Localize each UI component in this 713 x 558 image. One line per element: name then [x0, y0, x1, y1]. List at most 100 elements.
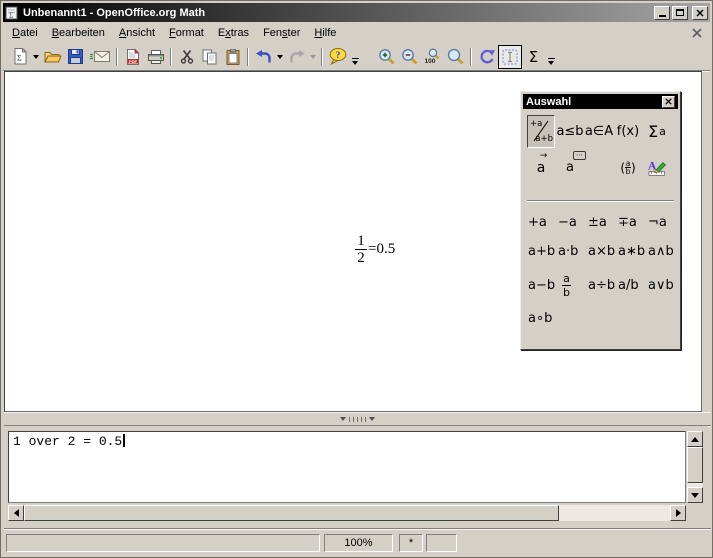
splitter-handle-icon — [340, 417, 375, 422]
category-attributes[interactable]: a → — [527, 151, 555, 184]
zoom-in-button[interactable] — [375, 45, 398, 69]
formula-cursor-icon — [502, 49, 518, 65]
toolbar-separator — [321, 48, 323, 66]
undo-dropdown[interactable] — [275, 45, 285, 69]
sigma-icon: Σ — [529, 48, 538, 66]
menu-item-bearbeiten[interactable]: Bearbeiten — [45, 24, 112, 42]
category-operators[interactable]: Σ a — [643, 115, 671, 148]
symbol-button[interactable]: a∨b — [648, 278, 678, 293]
symbol-button[interactable]: −a — [558, 215, 588, 230]
selection-panel-titlebar[interactable]: Auswahl — [523, 94, 678, 109]
save-button[interactable] — [64, 45, 87, 69]
app-icon: Σ — [5, 6, 19, 20]
toolbar: Σ — [3, 43, 710, 71]
symbols-catalog-button[interactable]: Σ — [522, 45, 545, 69]
fraction: 1 2 — [355, 234, 367, 265]
redo-button[interactable] — [285, 45, 308, 69]
new-document-button[interactable]: Σ — [8, 45, 31, 69]
category-buttons: +a a+b a≤b a∈A f(x) Σ a a → a — [527, 115, 680, 187]
close-button[interactable] — [692, 6, 708, 20]
undo-button[interactable] — [252, 45, 275, 69]
toolbar-options-button[interactable] — [349, 45, 361, 69]
zoom-100-button[interactable]: 100 — [421, 45, 444, 69]
help-button[interactable]: ? — [326, 45, 349, 69]
print-button[interactable] — [144, 45, 167, 69]
menu-item-extras[interactable]: Extras — [211, 24, 256, 42]
cut-button[interactable] — [175, 45, 198, 69]
paste-button[interactable] — [221, 45, 244, 69]
category-functions[interactable]: f(x) — [614, 115, 642, 148]
scroll-up-button[interactable] — [687, 431, 703, 447]
chevron-down-icon — [352, 61, 358, 65]
copy-button[interactable] — [198, 45, 221, 69]
redo-dropdown[interactable] — [308, 45, 318, 69]
menu-item-fenster[interactable]: Fenster — [256, 24, 307, 42]
category-brackets[interactable]: ( a b ) — [614, 151, 642, 184]
status-zoom-panel[interactable]: 100% — [324, 534, 393, 552]
symbol-button[interactable]: a∧b — [648, 244, 678, 259]
minimize-button[interactable] — [654, 6, 670, 20]
scroll-down-button[interactable] — [687, 487, 703, 503]
title-bar[interactable]: Σ Unbenannt1 - OpenOffice.org Math — [3, 3, 710, 22]
symbol-button[interactable]: a−b — [528, 278, 558, 293]
toolbar-separator — [247, 48, 249, 66]
formula-rhs: =0.5 — [368, 241, 395, 258]
scroll-left-button[interactable] — [8, 505, 24, 521]
symbol-button[interactable]: ¬a — [648, 215, 678, 230]
category-unary-binary-operators[interactable]: +a a+b — [527, 115, 555, 148]
command-input[interactable]: 1 over 2 = 0.5 — [8, 431, 686, 503]
refresh-view-button[interactable] — [475, 45, 498, 69]
symbol-button[interactable]: +a — [528, 215, 558, 230]
new-document-dropdown[interactable] — [31, 45, 41, 69]
menu-bar: DateiBearbeitenAnsichtFormatExtrasFenste… — [3, 22, 710, 43]
send-email-button[interactable] — [87, 45, 113, 69]
zoom-out-button[interactable] — [398, 45, 421, 69]
symbol-button[interactable]: a+b — [528, 244, 558, 259]
symbol-button[interactable]: a×b — [588, 244, 618, 259]
status-info-panel — [6, 534, 320, 552]
export-pdf-button[interactable]: PDF — [121, 45, 144, 69]
category-formats[interactable]: A — [643, 151, 671, 184]
symbol-button[interactable]: a∘b — [528, 311, 558, 326]
symbol-button[interactable]: ∓a — [618, 215, 648, 230]
menu-item-format[interactable]: Format — [162, 24, 211, 42]
category-set-operations[interactable]: a∈A — [585, 115, 613, 148]
panel-separator — [527, 200, 674, 202]
document-close-button[interactable] — [690, 26, 704, 40]
maximize-button[interactable] — [672, 6, 688, 20]
command-text: 1 over 2 = 0.5 — [13, 434, 122, 449]
view-command-splitter[interactable] — [4, 412, 711, 426]
command-horizontal-scrollbar[interactable] — [8, 505, 686, 521]
undo-arrow-icon — [256, 50, 272, 64]
text-caret — [123, 434, 125, 447]
formula-cursor-button[interactable] — [498, 45, 522, 69]
symbol-button[interactable]: a∗b — [618, 244, 648, 259]
symbol-button[interactable]: ab — [558, 273, 588, 298]
svg-text:Σ: Σ — [17, 54, 22, 63]
maximize-icon — [676, 9, 684, 16]
command-window: 1 over 2 = 0.5 — [4, 426, 708, 525]
refresh-arrow-icon — [479, 49, 495, 64]
symbol-button[interactable]: ±a — [588, 215, 618, 230]
vertical-scroll-thumb[interactable] — [687, 447, 703, 483]
toolbar-separator — [170, 48, 172, 66]
scroll-right-button[interactable] — [670, 505, 686, 521]
horizontal-scroll-thumb[interactable] — [24, 505, 559, 521]
category-misc[interactable]: a ⋯ — [556, 151, 584, 184]
arrow-right-icon — [676, 509, 681, 517]
arrow-left-icon — [14, 509, 19, 517]
toolbar-options-button[interactable] — [545, 45, 557, 69]
menu-item-ansicht[interactable]: Ansicht — [112, 24, 162, 42]
chevron-down-icon — [277, 55, 283, 59]
open-folder-icon — [44, 50, 62, 64]
symbol-button[interactable]: a÷b — [588, 278, 618, 293]
symbol-button[interactable]: a/b — [618, 278, 648, 293]
selection-panel-close-button[interactable] — [662, 96, 675, 108]
menu-item-hilfe[interactable]: Hilfe — [307, 24, 343, 42]
open-button[interactable] — [41, 45, 64, 69]
menu-item-datei[interactable]: Datei — [5, 24, 45, 42]
command-vertical-scrollbar[interactable] — [687, 431, 703, 503]
symbol-button[interactable]: a·b — [558, 244, 588, 259]
category-relations[interactable]: a≤b — [556, 115, 584, 148]
zoom-button[interactable] — [444, 45, 467, 69]
